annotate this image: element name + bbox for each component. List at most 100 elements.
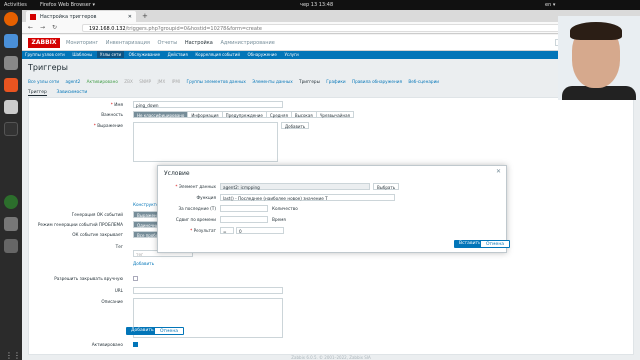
crumb-items[interactable]: Элементы данных xyxy=(252,79,292,84)
app-menu[interactable]: Firefox Web Browser ▾ xyxy=(40,2,95,8)
severity-warning[interactable]: Предупреждение xyxy=(221,111,267,118)
disk-icon[interactable] xyxy=(4,195,18,209)
activities-button[interactable]: Activities xyxy=(4,2,27,8)
crumb-discovery[interactable]: Правила обнаружения xyxy=(352,79,402,84)
result-input[interactable]: 0 xyxy=(236,227,284,234)
clock[interactable]: чер 13 13:48 xyxy=(300,2,333,8)
webcam-overlay xyxy=(558,16,640,100)
last-input[interactable] xyxy=(220,205,268,212)
severity-average[interactable]: Средняя xyxy=(265,111,292,118)
submenu-maintenance[interactable]: Обслуживание xyxy=(126,51,163,58)
drive-icon[interactable] xyxy=(4,217,18,231)
enabled-label: Активировано xyxy=(91,342,123,347)
zabbix-favicon-icon xyxy=(30,14,36,20)
show-apps-icon[interactable]: ⋮⋮ xyxy=(5,350,21,360)
expression-label: * Выражение xyxy=(29,123,123,128)
thunderbird-icon[interactable] xyxy=(4,34,18,48)
submenu-hostgroups[interactable]: Группы узлов сети xyxy=(22,51,68,58)
severity-information[interactable]: Информация xyxy=(187,111,223,118)
function-label: Функция xyxy=(196,195,216,200)
name-input[interactable]: ping_down xyxy=(133,101,283,108)
shift-label: Сдвиг по времени xyxy=(175,217,216,222)
severity-selector: Не классифицировано Информация Предупреж… xyxy=(133,111,354,118)
problem-mode-label: Режим генерации событий ПРОБЛЕМА xyxy=(37,222,123,227)
add-expression-button[interactable]: Добавить xyxy=(281,122,310,129)
crumb-web[interactable]: Веб-сценарии xyxy=(408,79,439,84)
system-tray[interactable]: en ▾ xyxy=(545,2,555,8)
result-label-text: Результат xyxy=(193,228,216,233)
dock: ⋮⋮ xyxy=(0,10,22,360)
crumb-all-hosts[interactable]: Все узлы сети xyxy=(28,79,59,84)
menu-reports[interactable]: Отчеты xyxy=(157,40,177,46)
url-host: 192.168.0.132 xyxy=(89,26,126,32)
crumb-triggers[interactable]: Триггеры xyxy=(299,79,320,84)
footer: Zabbix 6.0.5. © 2001–2022, Zabbix SIA xyxy=(291,355,371,360)
tab-dependencies[interactable]: Зависимости xyxy=(56,90,87,95)
expression-textarea[interactable] xyxy=(133,122,278,162)
function-select[interactable]: last() - Последнее (наиболее новое) знач… xyxy=(220,194,395,201)
severity-high[interactable]: Высокая xyxy=(290,111,317,118)
new-tab-icon[interactable]: + xyxy=(142,12,148,20)
cancel-button[interactable]: Отмена xyxy=(154,327,185,335)
description-label: Описание xyxy=(101,299,123,304)
result-label: * Результат xyxy=(158,228,216,233)
close-tab-icon[interactable]: ✕ xyxy=(128,14,132,20)
manual-close-checkbox[interactable] xyxy=(133,276,138,281)
shift-input[interactable] xyxy=(220,216,268,223)
item-input[interactable]: agent2: icmpping xyxy=(220,183,370,190)
back-icon[interactable]: ← xyxy=(28,24,33,31)
menu-configuration[interactable]: Настройка xyxy=(185,40,213,46)
tag-add-link[interactable]: Добавить xyxy=(133,261,154,266)
files-icon[interactable] xyxy=(4,56,18,70)
help-icon[interactable] xyxy=(4,100,18,114)
submenu-templates[interactable]: Шаблоны xyxy=(69,51,95,58)
zabbix-header: ZABBIX Мониторинг Инвентаризация Отчеты … xyxy=(22,35,640,51)
menu-monitoring[interactable]: Мониторинг xyxy=(66,40,98,46)
zabbix-logo[interactable]: ZABBIX xyxy=(28,38,60,48)
trash-icon[interactable] xyxy=(4,239,18,253)
ok-gen-label: Генерация ОК событий xyxy=(71,212,123,217)
submenu-correlation[interactable]: Корреляция событий xyxy=(192,51,243,58)
main-menu: Мониторинг Инвентаризация Отчеты Настрой… xyxy=(66,40,281,46)
sub-menu: Группы узлов сети Шаблоны Узлы сети Обсл… xyxy=(22,51,640,59)
page-title: Триггеры xyxy=(28,63,68,72)
crumb-jmx: JMX xyxy=(157,79,166,84)
reload-icon[interactable]: ↻ xyxy=(52,24,57,31)
crumb-graphs[interactable]: Графики xyxy=(326,79,345,84)
browser-tab[interactable]: Настройка триггеров ✕ xyxy=(26,11,136,22)
terminal-icon[interactable] xyxy=(4,122,18,136)
url-label: URL xyxy=(114,288,123,293)
tags-label: Тег xyxy=(115,244,123,249)
expression-label-text: Выражение xyxy=(97,123,123,128)
severity-disaster[interactable]: Чрезвычайная xyxy=(315,111,354,118)
select-item-button[interactable]: Выбрать xyxy=(373,183,400,190)
url-path: /triggers.php?groupid=0&hostid=10278&for… xyxy=(125,26,262,32)
nav-bar: ← → ↻ 192.168.0.132/triggers.php?groupid… xyxy=(22,22,640,34)
severity-not-classified[interactable]: Не классифицировано xyxy=(133,111,189,118)
presenter-hair xyxy=(570,22,622,40)
submenu-services[interactable]: Услуги xyxy=(281,51,301,58)
firefox-icon[interactable] xyxy=(4,12,18,26)
url-bar[interactable]: 192.168.0.132/triggers.php?groupid=0&hos… xyxy=(82,24,562,32)
crumb-item-groups[interactable]: Группы элементов данных xyxy=(187,79,246,84)
shift-unit: Время xyxy=(272,217,286,222)
enabled-checkbox[interactable] xyxy=(133,342,138,347)
dialog-cancel-button[interactable]: Отмена xyxy=(480,240,511,248)
result-operator[interactable]: = xyxy=(220,227,234,234)
submenu-discovery[interactable]: Обнаружение xyxy=(245,51,280,58)
submenu-actions[interactable]: Действия xyxy=(165,51,191,58)
zabbix-page: ZABBIX Мониторинг Инвентаризация Отчеты … xyxy=(22,35,640,360)
forward-icon[interactable]: → xyxy=(40,24,45,31)
menu-administration[interactable]: Администрирование xyxy=(220,40,274,46)
crumb-zbx: ZBX xyxy=(124,79,133,84)
software-icon[interactable] xyxy=(4,78,18,92)
tab-bar: Настройка триггеров ✕ + xyxy=(22,10,640,22)
submenu-hosts[interactable]: Узлы сети xyxy=(96,51,125,58)
close-icon[interactable]: ✕ xyxy=(496,168,501,175)
url-input[interactable] xyxy=(133,287,283,294)
crumb-host[interactable]: agent2 xyxy=(65,79,80,84)
crumb-ipmi: IPMI xyxy=(171,79,181,84)
menu-inventory[interactable]: Инвентаризация xyxy=(106,40,150,46)
tab-trigger[interactable]: Триггер xyxy=(28,90,47,96)
name-label: * Имя xyxy=(29,102,123,107)
